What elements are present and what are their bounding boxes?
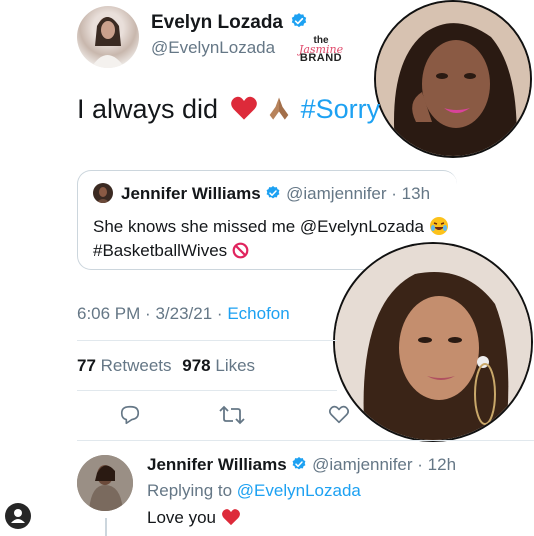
reply-avatar[interactable] — [77, 455, 133, 511]
evelyn-avatar[interactable] — [77, 6, 139, 68]
laughing-emoji — [429, 217, 448, 235]
reply-thread-line — [105, 518, 107, 536]
replying-prefix: Replying to — [147, 481, 233, 500]
timestamp-separator: · — [145, 304, 151, 323]
retweets-label: Retweets — [100, 356, 172, 375]
verified-badge-icon — [267, 186, 280, 199]
timestamp-row: 6:06 PM · 3/23/21 · Echofon — [77, 304, 290, 324]
verified-badge-icon — [293, 457, 306, 470]
replying-to-link[interactable]: @EvelynLozada — [237, 481, 361, 500]
quoted-text-line1: She knows she missed me @EvelynLozada — [93, 216, 449, 237]
reply-text: Love you — [147, 508, 241, 528]
reply-handle[interactable]: @iamjennifer — [312, 455, 412, 474]
timestamp-separator: · — [216, 304, 223, 323]
stats-divider-top — [77, 340, 337, 341]
jennifer-circle-photo — [374, 0, 532, 158]
quoted-avatar-figure — [96, 187, 110, 203]
heart-emoji — [221, 509, 240, 526]
evelyn-portrait-figure — [335, 244, 531, 440]
quoted-time: · 13h — [391, 184, 431, 203]
main-display-name[interactable]: Evelyn Lozada — [151, 12, 308, 34]
verified-badge-icon — [292, 13, 307, 28]
quoted-avatar[interactable] — [93, 183, 113, 203]
tweet-date[interactable]: 3/23/21 — [155, 304, 212, 323]
profile-icon[interactable] — [5, 503, 31, 529]
main-tweet-text: I always did #Sorry — [77, 94, 380, 125]
reply-text-content: Love you — [147, 508, 216, 527]
likes-stat[interactable]: 978 Likes — [182, 356, 255, 375]
retweets-count: 77 — [77, 356, 96, 375]
prohibited-emoji — [232, 242, 249, 259]
likes-count: 978 — [182, 356, 211, 375]
person-glyph — [11, 509, 25, 523]
reply-avatar-figure — [77, 455, 133, 511]
likes-label: Likes — [215, 356, 256, 375]
main-handle[interactable]: @EvelynLozada — [151, 38, 275, 58]
reply-display-name[interactable]: Jennifer Williams — [147, 455, 287, 474]
retweet-icon[interactable] — [219, 404, 245, 426]
quoted-display-name[interactable]: Jennifer Williams — [121, 184, 261, 203]
actions-divider — [77, 440, 534, 441]
jasmine-brand-watermark: the Jasmine BRAND — [294, 36, 348, 64]
replying-to-line: Replying to @EvelynLozada — [147, 481, 361, 501]
client-link[interactable]: Echofon — [227, 304, 289, 323]
reply-time: · 12h — [417, 455, 457, 474]
quoted-header: Jennifer Williams @iamjennifer · 13h — [121, 184, 430, 204]
reply-icon[interactable] — [119, 404, 141, 426]
avatar-figure — [91, 17, 125, 68]
like-icon[interactable] — [328, 404, 350, 426]
heart-emoji — [230, 96, 257, 120]
stats-divider-bottom — [77, 390, 337, 391]
sorry-hashtag-link[interactable]: #Sorry — [301, 94, 381, 124]
stats-row: 77 Retweets 978 Likes — [77, 356, 255, 376]
folded-hands-emoji — [269, 97, 289, 120]
quoted-handle[interactable]: @iamjennifer — [286, 184, 386, 203]
tweet-time[interactable]: 6:06 PM — [77, 304, 140, 323]
retweets-stat[interactable]: 77 Retweets — [77, 356, 176, 375]
quoted-text-line1-content: She knows she missed me @EvelynLozada — [93, 217, 424, 236]
evelyn-circle-photo — [333, 242, 533, 442]
reply-header: Jennifer Williams @iamjennifer · 12h — [147, 455, 456, 475]
main-display-name-text: Evelyn Lozada — [151, 12, 283, 33]
basketball-wives-hashtag[interactable]: #BasketballWives — [93, 241, 227, 260]
watermark-line3: BRAND — [299, 52, 343, 64]
jennifer-portrait-figure — [376, 2, 530, 156]
quoted-text-line2: #BasketballWives — [93, 241, 249, 261]
main-tweet-text-prefix: I always did — [77, 94, 219, 124]
